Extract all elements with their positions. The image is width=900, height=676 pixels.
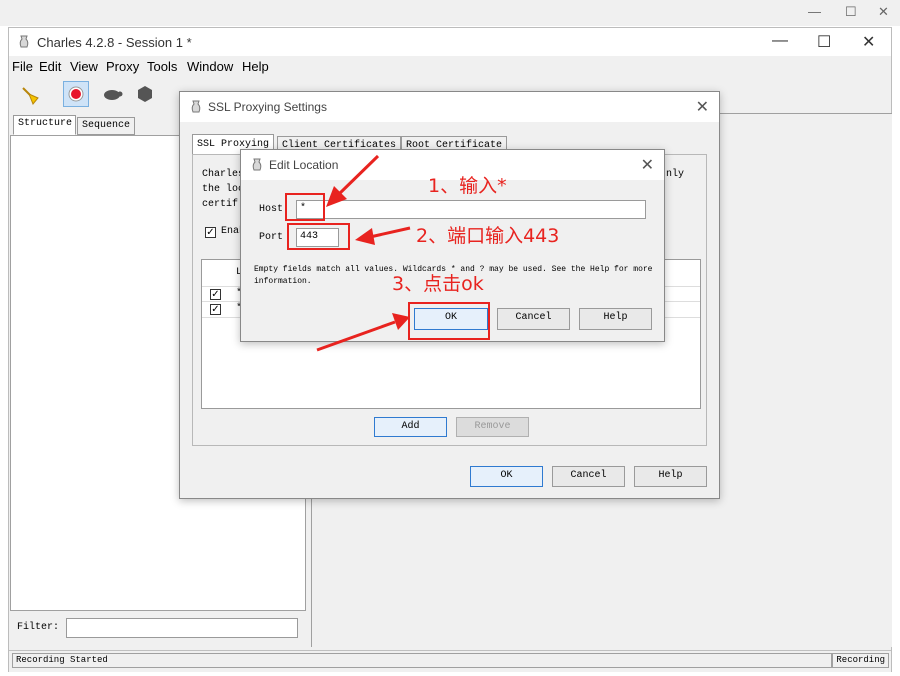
arrow-to-host xyxy=(326,154,380,207)
annotation-step2: 2、端口输入443 xyxy=(416,225,560,247)
arrow-to-ok xyxy=(316,313,410,352)
annotation-step1: 1、输入* xyxy=(428,175,507,197)
annotation-arrows xyxy=(316,154,411,352)
annotation-step3: 3、点击ok xyxy=(392,273,484,295)
arrow-to-port xyxy=(355,226,411,245)
